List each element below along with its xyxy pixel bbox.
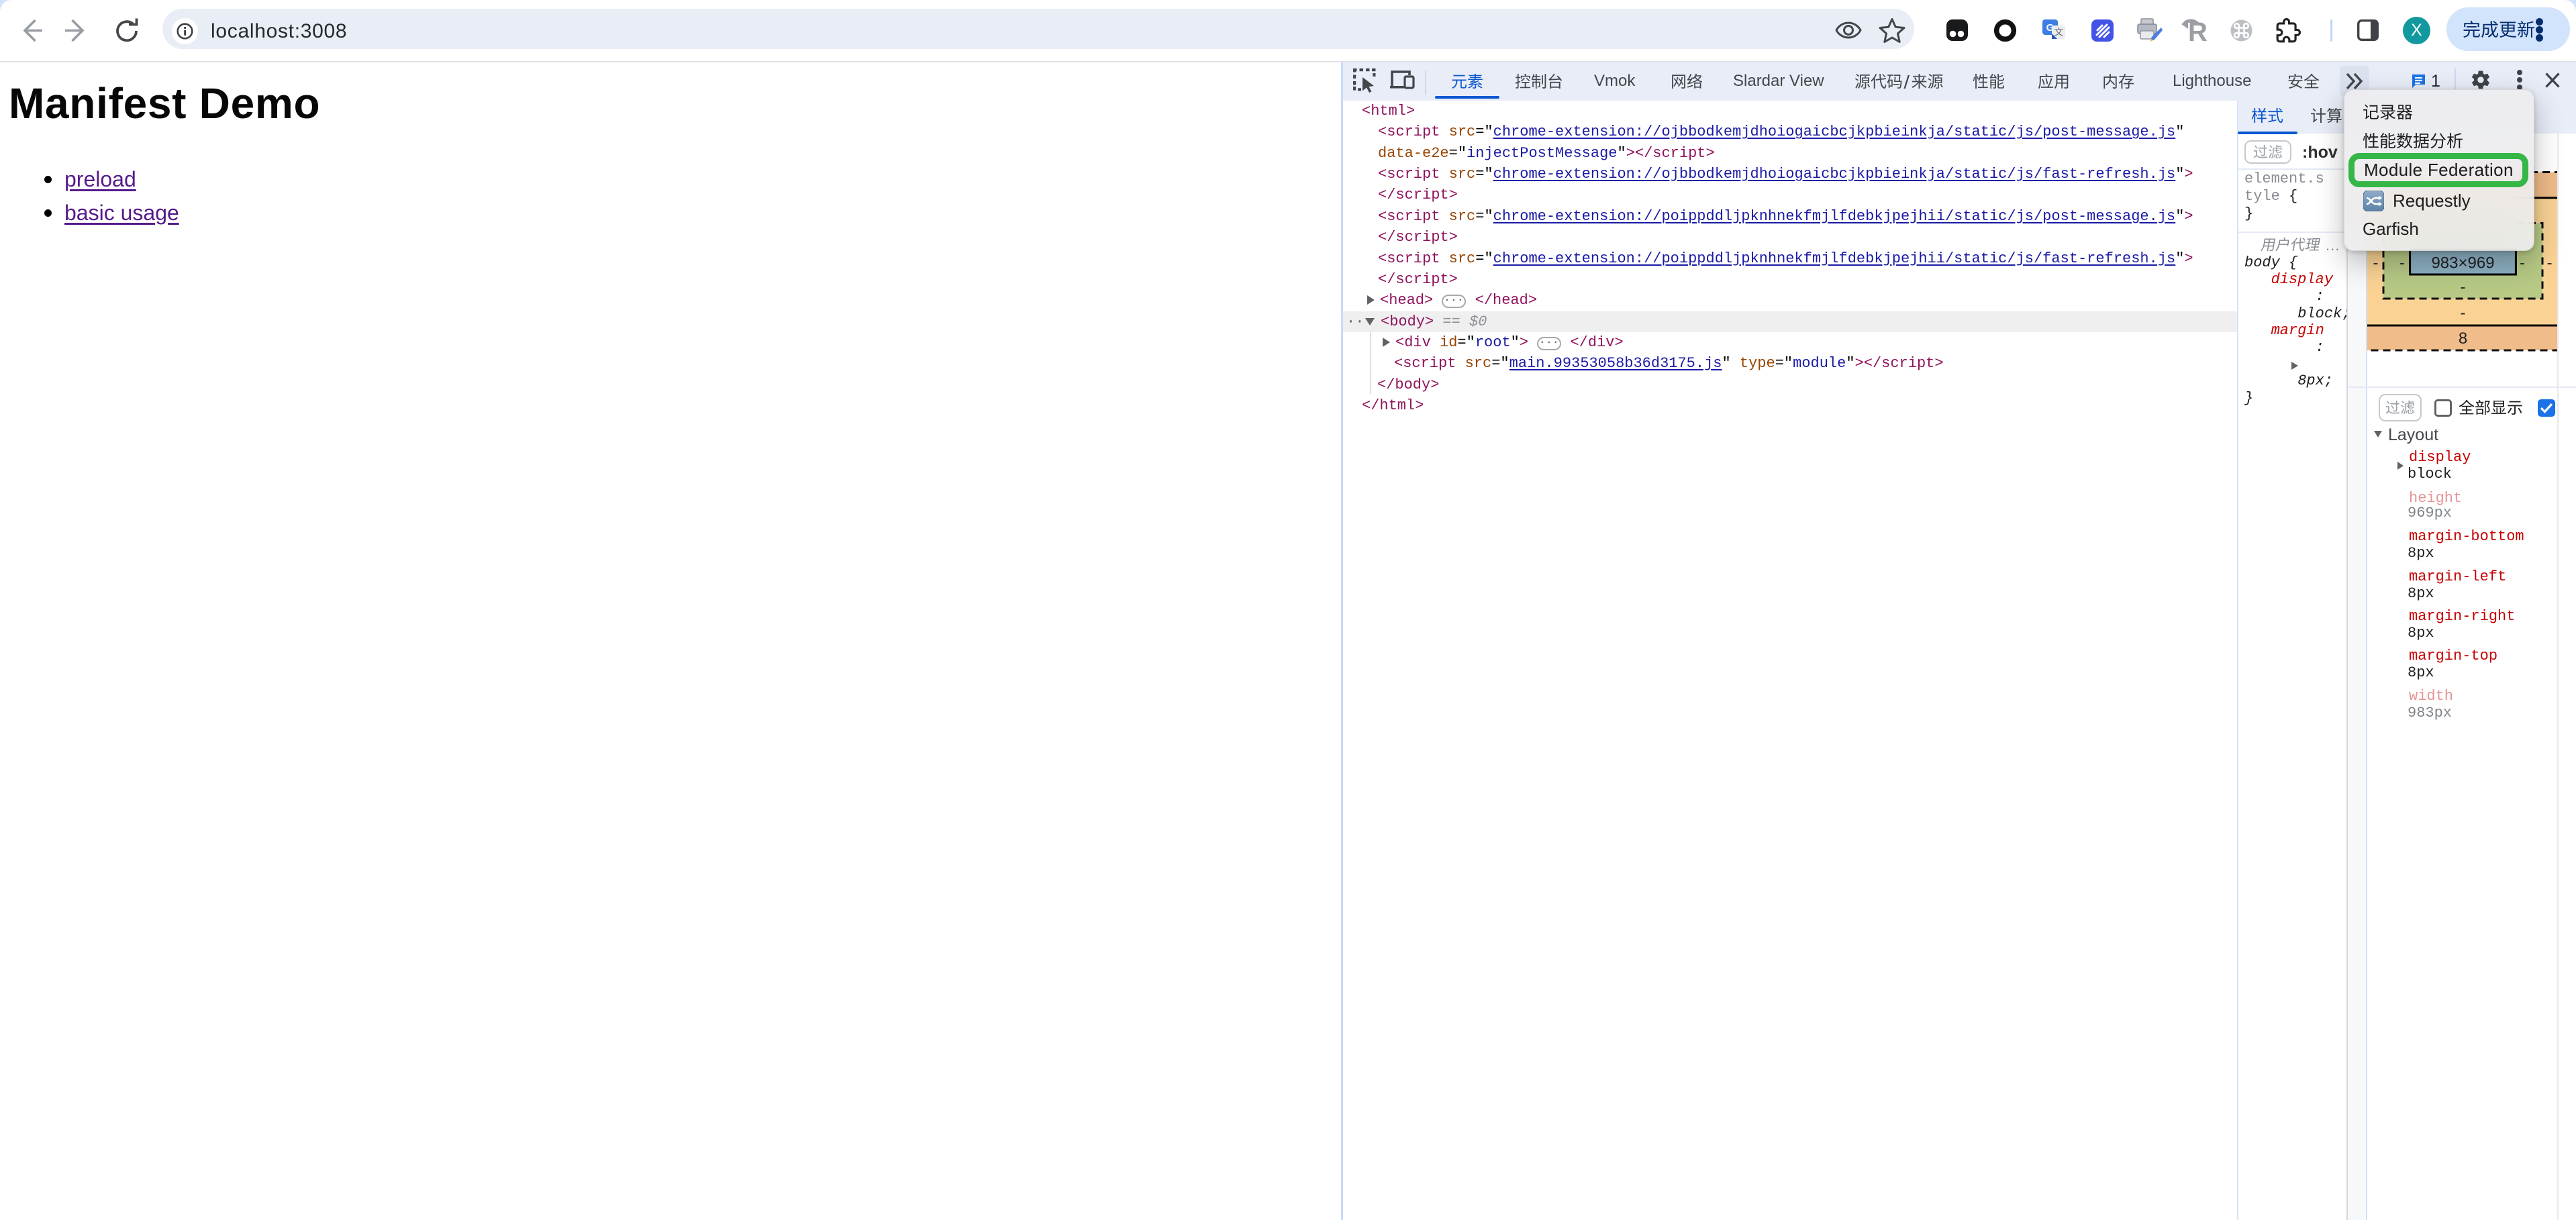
- svg-text:-: -: [2520, 254, 2525, 272]
- svg-text:-: -: [2461, 304, 2466, 322]
- svg-text:-: -: [2373, 254, 2379, 272]
- svg-text:8: 8: [2459, 329, 2467, 348]
- svg-text:-: -: [2399, 254, 2405, 272]
- svg-text:-: -: [2461, 278, 2466, 297]
- svg-text:-: -: [2547, 254, 2553, 272]
- svg-text:983×969: 983×969: [2431, 254, 2494, 272]
